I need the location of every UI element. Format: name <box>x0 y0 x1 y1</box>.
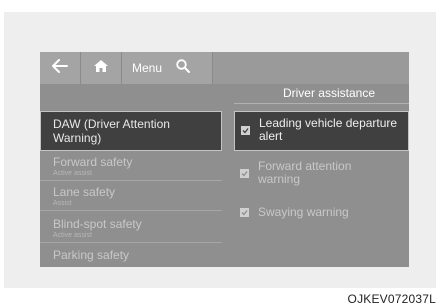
option-label: Swaying warning <box>258 205 349 219</box>
menu-item-label: Parking safety <box>53 248 130 262</box>
menu-item-label: Forward safety <box>53 155 133 169</box>
home-icon <box>94 59 108 77</box>
menu-item-label: Blind-spot safety <box>53 217 142 231</box>
menu-item-sublabel: Active assist <box>53 232 92 239</box>
checkbox-checked-icon[interactable] <box>240 208 249 217</box>
infotainment-screen: Menu Driver assistance DAW (Driver Atten… <box>40 52 409 267</box>
menu-item-forward-safety[interactable]: Forward safety Active assist <box>40 155 222 178</box>
search-button[interactable] <box>168 52 198 84</box>
figure-caption: OJKEV072037L <box>347 292 436 306</box>
list-divider <box>40 210 222 211</box>
home-button[interactable] <box>81 52 122 84</box>
option-label: Forward attention warning <box>258 159 352 186</box>
page-title: Driver assistance <box>282 86 375 100</box>
menu-item-parking-safety[interactable]: Parking safety <box>40 248 222 262</box>
menu-item-lane-safety[interactable]: Lane safety Assist <box>40 185 222 208</box>
menu-item-sublabel: Assist <box>53 200 72 207</box>
header-divider <box>234 103 409 104</box>
menu-item-blind-spot-safety[interactable]: Blind-spot safety Active assist <box>40 217 222 240</box>
menu-label: Menu <box>132 61 163 75</box>
search-icon <box>176 58 190 78</box>
menu-item-daw[interactable]: DAW (Driver Attention Warning) <box>40 111 222 151</box>
menu-item-label: DAW (Driver Attention Warning) <box>53 117 170 145</box>
checkbox-checked-icon[interactable] <box>240 169 249 178</box>
menu-item-sublabel: Active assist <box>53 170 92 177</box>
option-leading-vehicle-departure-alert[interactable]: Leading vehicle departure alert <box>234 111 409 151</box>
checkbox-checked-icon[interactable] <box>241 126 250 135</box>
top-navigation-bar: Menu <box>40 52 409 84</box>
list-divider <box>40 180 222 181</box>
back-button[interactable] <box>40 52 81 84</box>
list-divider <box>40 242 222 243</box>
option-label: Leading vehicle departure alert <box>259 116 398 143</box>
arrow-left-icon <box>52 58 68 78</box>
menu-item-label: Lane safety <box>53 185 116 199</box>
